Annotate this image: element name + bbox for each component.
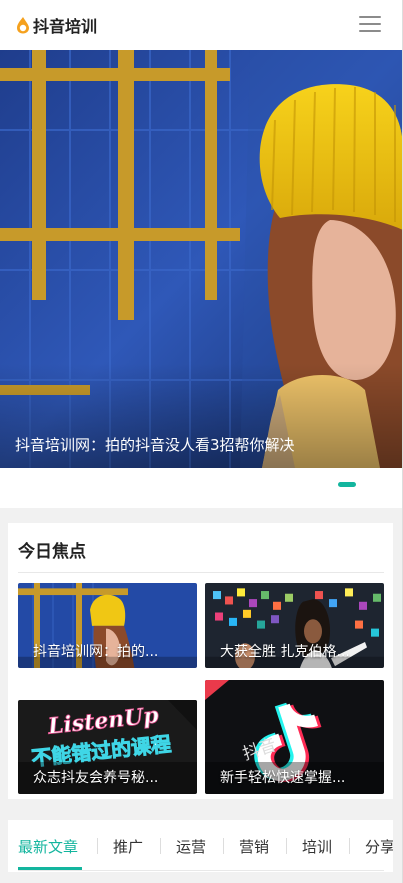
carousel-indicator-bar xyxy=(0,468,403,508)
card-title: 大获全胜 扎克伯格... xyxy=(220,644,350,660)
tab-separator xyxy=(97,838,98,854)
hamburger-line xyxy=(359,30,381,32)
carousel-dot-active[interactable] xyxy=(338,482,356,487)
logo-text: 抖音培训 xyxy=(33,17,98,36)
section-title: 今日焦点 xyxy=(18,542,86,562)
tab-share[interactable]: 分享 xyxy=(365,836,393,857)
hero-banner-image xyxy=(0,50,403,468)
tab-latest-articles[interactable]: 最新文章 xyxy=(18,836,78,857)
site-logo[interactable]: 抖音培训 xyxy=(14,14,97,36)
carousel-dot[interactable] xyxy=(362,482,380,487)
divider xyxy=(18,572,384,573)
tab-operations[interactable]: 运营 xyxy=(176,836,206,857)
focus-card[interactable]: ListenUp 不能错过的课程 众志抖友会养号秘... xyxy=(18,700,197,794)
hamburger-menu-icon xyxy=(359,16,381,18)
focus-card[interactable]: 抖音 新手轻松快速掌握... xyxy=(205,680,384,794)
tab-separator xyxy=(349,838,350,854)
tab-separator xyxy=(160,838,161,854)
card-title: 众志抖友会养号秘... xyxy=(33,770,159,786)
hero-banner[interactable] xyxy=(0,50,403,468)
flame-icon xyxy=(17,17,29,34)
tab-clip: 分享 xyxy=(365,820,393,872)
tab-training[interactable]: 培训 xyxy=(302,836,332,857)
menu-button[interactable] xyxy=(359,16,381,34)
card-title: 抖音培训网：拍的... xyxy=(33,644,159,660)
focus-card[interactable]: 大获全胜 扎克伯格... xyxy=(205,583,384,668)
focus-card[interactable]: 抖音培训网：拍的... xyxy=(18,583,197,668)
hamburger-line xyxy=(359,23,381,25)
tab-separator xyxy=(286,838,287,854)
banner-caption[interactable]: 抖音培训网：拍的抖音没人看3招帮你解决 xyxy=(15,434,295,455)
tab-promotion[interactable]: 推广 xyxy=(113,836,143,857)
tab-marketing[interactable]: 营销 xyxy=(239,836,269,857)
card-title: 新手轻松快速掌握... xyxy=(220,770,346,786)
tabs-divider xyxy=(18,870,384,871)
tab-separator xyxy=(223,838,224,854)
